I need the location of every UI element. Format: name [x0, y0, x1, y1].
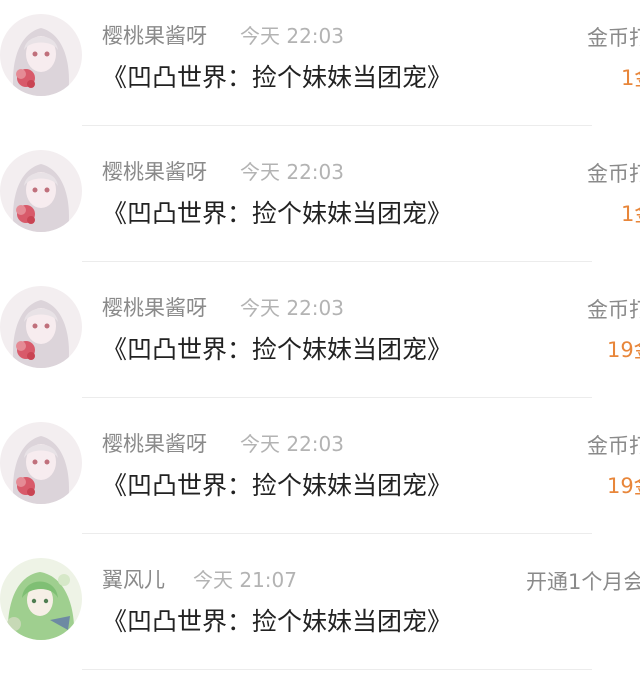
divider	[82, 397, 592, 398]
username[interactable]: 樱桃果酱呀	[102, 20, 207, 52]
action-text: 开通1个月会	[526, 570, 640, 594]
anime-girl-avatar-icon	[0, 14, 82, 96]
list-item[interactable]: 樱桃果酱呀 今天 22:03 《凹凸世界：捡个妹妹当团宠》 金币打 1金	[0, 0, 640, 136]
green-hair-avatar-icon	[0, 558, 82, 640]
coin-amount: 19金	[607, 474, 640, 498]
timestamp: 今天 21:07	[193, 568, 297, 592]
coin-amount: 1金	[621, 66, 640, 90]
avatar[interactable]	[0, 558, 82, 640]
username[interactable]: 樱桃果酱呀	[102, 428, 207, 460]
divider	[82, 533, 592, 534]
action-text: 金币打	[587, 162, 640, 186]
avatar[interactable]	[0, 422, 82, 504]
avatar[interactable]	[0, 150, 82, 232]
coin-amount: 1金	[621, 202, 640, 226]
divider	[82, 669, 592, 670]
book-title[interactable]: 《凹凸世界：捡个妹妹当团宠》	[102, 60, 452, 96]
divider	[82, 125, 592, 126]
timestamp: 今天 22:03	[240, 296, 344, 320]
anime-girl-avatar-icon	[0, 286, 82, 368]
book-title[interactable]: 《凹凸世界：捡个妹妹当团宠》	[102, 196, 452, 232]
username[interactable]: 樱桃果酱呀	[102, 156, 207, 188]
list-item[interactable]: 樱桃果酱呀 今天 22:03 《凹凸世界：捡个妹妹当团宠》 金币打 19金	[0, 272, 640, 408]
anime-girl-avatar-icon	[0, 422, 82, 504]
action-text: 金币打	[587, 434, 640, 458]
list-item[interactable]: 樱桃果酱呀 今天 22:03 《凹凸世界：捡个妹妹当团宠》 金币打 1金	[0, 136, 640, 272]
list-item[interactable]: 樱桃果酱呀 今天 22:03 《凹凸世界：捡个妹妹当团宠》 金币打 19金	[0, 408, 640, 544]
action-text: 金币打	[587, 26, 640, 50]
coin-amount: 19金	[607, 338, 640, 362]
anime-girl-avatar-icon	[0, 150, 82, 232]
username[interactable]: 樱桃果酱呀	[102, 292, 207, 324]
timestamp: 今天 22:03	[240, 432, 344, 456]
action-text: 金币打	[587, 298, 640, 322]
username[interactable]: 翼风儿	[102, 564, 165, 596]
list-item[interactable]: 翼风儿 今天 21:07 《凹凸世界：捡个妹妹当团宠》 开通1个月会	[0, 544, 640, 680]
avatar[interactable]	[0, 286, 82, 368]
book-title[interactable]: 《凹凸世界：捡个妹妹当团宠》	[102, 604, 452, 640]
timestamp: 今天 22:03	[240, 160, 344, 184]
divider	[82, 261, 592, 262]
avatar[interactable]	[0, 14, 82, 96]
book-title[interactable]: 《凹凸世界：捡个妹妹当团宠》	[102, 468, 452, 504]
timestamp: 今天 22:03	[240, 24, 344, 48]
book-title[interactable]: 《凹凸世界：捡个妹妹当团宠》	[102, 332, 452, 368]
message-list: 樱桃果酱呀 今天 22:03 《凹凸世界：捡个妹妹当团宠》 金币打 1金 樱桃果…	[0, 0, 640, 674]
